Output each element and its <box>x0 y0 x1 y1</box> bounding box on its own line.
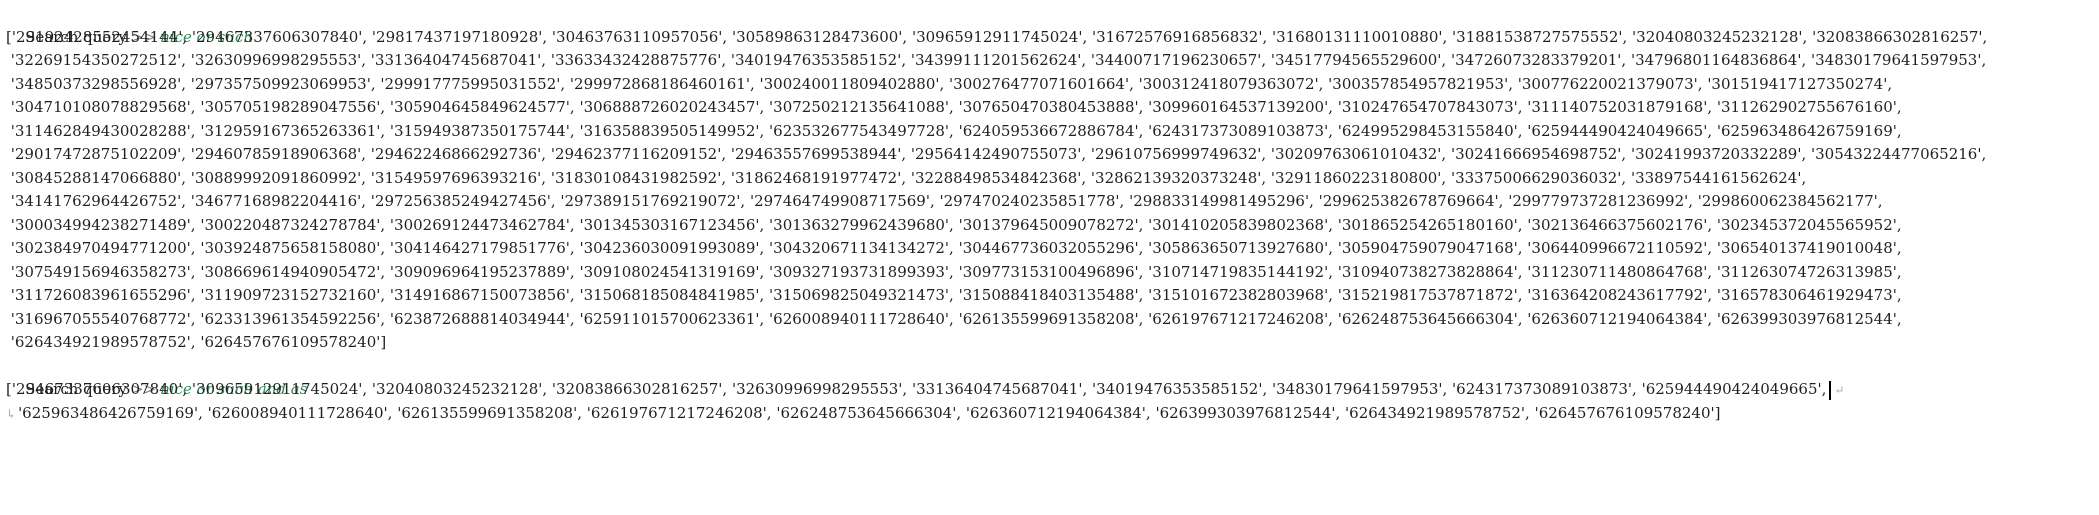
result-line-text: '625963486426759169', '62600894011172864… <box>18 403 1721 422</box>
result-line: ['29192428552454144', '29467337606307840… <box>6 27 1988 46</box>
result-line: '311726083961655296', '31190972315273216… <box>6 286 1902 304</box>
result-line: '316967055540768772', '62331396135459225… <box>6 309 1902 328</box>
result-line: '304710108078829568', '30570519828904755… <box>6 98 1902 116</box>
result-line: '34850373298556928', '297357509923069953… <box>6 74 1893 93</box>
result-line: '302384970494771200', '30392487565815808… <box>6 239 1902 257</box>
result-line: '30845288147066880', '30889992091860992'… <box>6 168 1807 187</box>
result-line: '311462849430028288', '31295916736526336… <box>6 121 1902 140</box>
prompt-line: Search query >> nice or such and as <box>6 355 2099 398</box>
result-line: '626434921989578752', '62645767610957824… <box>6 333 387 351</box>
result-line: '307549156946358273', '30866961494090547… <box>6 262 1902 281</box>
result-line: '34141762964426752', '34677168982204416'… <box>6 192 1883 210</box>
result-line: '29017472875102209', '29460785918906368'… <box>6 145 1987 163</box>
result-line: '300034994238271489', '30022048732427878… <box>6 215 1902 234</box>
soft-wrap-continuation-icon: ↳ <box>6 406 17 421</box>
soft-wrap-icon: ↵ <box>1834 383 1845 397</box>
result-line-text: ['29467337606307840', '30965912911745024… <box>6 380 1827 398</box>
result-line: ↳ '625963486426759169', '6260089401117286… <box>6 402 2099 426</box>
prompt-line: Search query >> nice or such <box>6 2 2099 46</box>
text-cursor-icon <box>1829 380 1832 400</box>
result-line: '32269154350272512', '32630996998295553'… <box>6 51 1987 69</box>
python-console-output[interactable]: Search query >> nice or such ['29192428552… <box>0 0 2099 515</box>
result-line: ['29467337606307840', '30965912911745024… <box>6 378 2099 402</box>
